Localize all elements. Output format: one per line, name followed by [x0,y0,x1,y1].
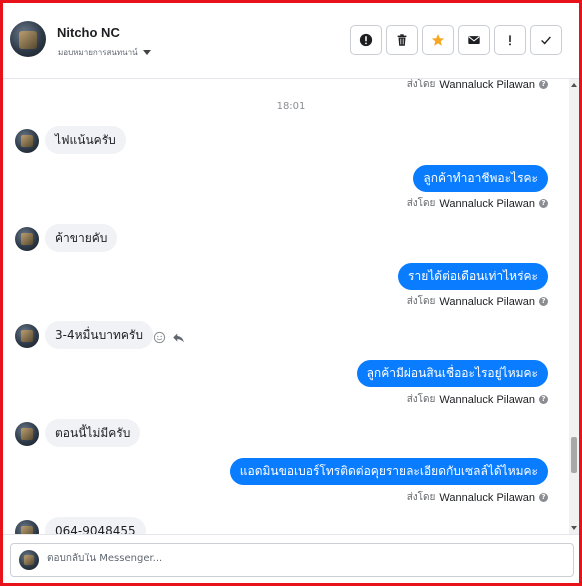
sent-by-prefix: ส่งโดย [406,492,436,503]
star-icon [431,34,445,46]
contact-name[interactable]: Nitcho NC [57,25,120,40]
sender-name: Wannaluck Pilawan [439,295,535,308]
time-divider: 18:01 [276,101,306,112]
contact-avatar[interactable] [10,21,46,57]
sender-avatar[interactable] [15,129,39,153]
smiley-icon[interactable] [153,331,166,344]
outgoing-message[interactable]: ลูกค้ามีผ่อนสินเชื่ออะไรอยู่ไหมคะ [356,360,548,387]
scroll-down-arrow-icon[interactable] [571,526,577,530]
sender-name: Wannaluck Pilawan [439,197,535,210]
follow-up-button[interactable] [494,25,526,55]
sender-name: Wannaluck Pilawan [439,491,535,504]
composer-box[interactable] [10,543,574,577]
chat-scrollbar[interactable] [569,79,579,534]
info-icon[interactable]: ? [539,493,548,502]
outgoing-message[interactable]: รายได้ต่อเดือนเท่าไหร่คะ [398,263,548,290]
sender-avatar[interactable] [15,227,39,251]
info-icon[interactable]: ? [539,297,548,306]
assign-conversation-dropdown[interactable]: มอบหมายการสนทนาน์ [58,46,151,59]
sender-avatar[interactable] [15,422,39,446]
info-icon[interactable]: ? [539,395,548,404]
reply-input[interactable] [47,553,547,564]
report-button[interactable] [350,25,382,55]
info-icon[interactable]: ? [539,199,548,208]
sent-by-line: ส่งโดย Wannaluck Pilawan ? [407,294,548,309]
exclamation-circle-icon [359,33,373,47]
sent-by-line: ส่งโดย Wannaluck Pilawan ? [407,196,548,211]
exclamation-icon [509,35,511,46]
scroll-up-arrow-icon[interactable] [571,83,577,87]
sent-by-prefix: ส่งโดย [406,394,436,405]
star-button[interactable] [422,25,454,55]
sender-name: Wannaluck Pilawan [439,79,535,91]
incoming-message[interactable]: ไฟแน้นครับ [45,126,126,154]
reply-icon[interactable] [172,331,185,344]
conversation-header: Nitcho NC มอบหมายการสนทนาน์ [3,3,579,79]
outgoing-message[interactable]: ลูกค้าทำอาชีพอะไรคะ [413,165,548,192]
sender-avatar[interactable] [15,520,39,534]
mark-unread-button[interactable] [458,25,490,55]
messenger-window: Nitcho NC มอบหมายการสนทนาน์ ส่งโดย Wanna… [0,0,582,586]
outgoing-message[interactable]: แอดมินขอเบอร์โทรติดต่อคุยรายละเอียดกับเซ… [229,458,548,485]
scrollbar-thumb[interactable] [571,437,577,473]
envelope-icon [468,36,480,44]
assign-label: มอบหมายการสนทนาน์ [58,48,138,57]
message-thread[interactable]: ส่งโดย Wannaluck Pilawan ? 18:01 ไฟแน้นค… [3,79,569,534]
message-actions [153,331,185,344]
delete-button[interactable] [386,25,418,55]
incoming-message[interactable]: 064-9048455 [45,517,146,534]
checkmark-icon [541,36,551,45]
done-button[interactable] [530,25,562,55]
sent-by-line: ส่งโดย Wannaluck Pilawan ? [407,79,548,92]
incoming-message[interactable]: 3-4หมื่นบาทครับ [45,321,153,349]
sent-by-line: ส่งโดย Wannaluck Pilawan ? [407,392,548,407]
caret-down-icon [142,50,151,55]
info-icon[interactable]: ? [539,80,548,89]
incoming-message[interactable]: ค้าขายคับ [45,224,118,252]
sent-by-line: ส่งโดย Wannaluck Pilawan ? [407,490,548,505]
sender-avatar[interactable] [15,324,39,348]
sent-by-prefix: ส่งโดย [406,296,436,307]
sent-by-prefix: ส่งโดย [406,79,436,90]
sent-by-prefix: ส่งโดย [406,198,436,209]
composer [3,534,579,583]
conversation-toolbar [350,25,562,55]
sender-name: Wannaluck Pilawan [439,393,535,406]
incoming-message[interactable]: ตอนนี้ไม่มีครับ [45,419,141,447]
trash-icon [397,34,407,46]
page-avatar [19,550,39,570]
